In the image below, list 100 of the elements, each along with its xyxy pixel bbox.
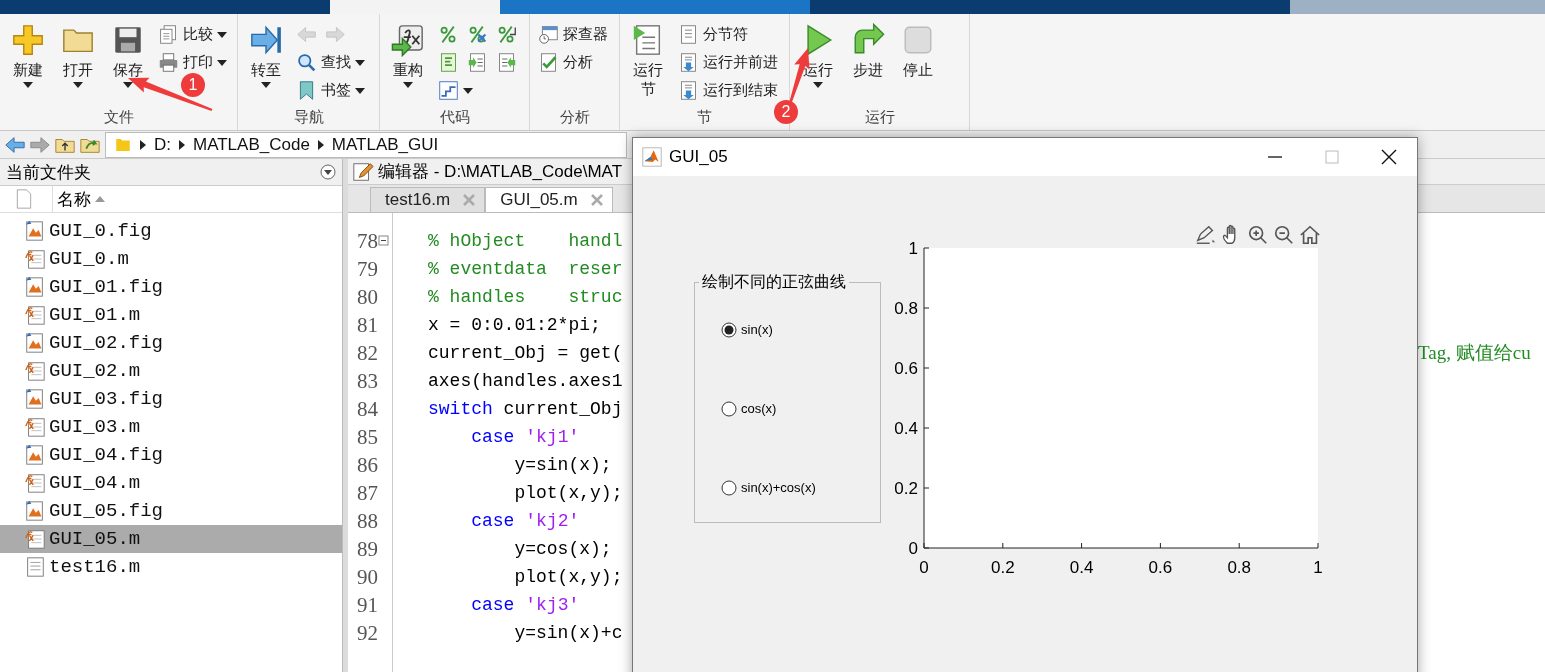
file-item[interactable]: GUI_01.fig: [0, 273, 342, 301]
group-label: 运行: [864, 108, 895, 127]
ribbon-button[interactable]: 新建: [6, 22, 50, 89]
document-lines-icon: [438, 52, 459, 73]
code-line: current_Obj = get(: [428, 343, 624, 363]
code-line: y=sin(x)+c: [513, 623, 624, 643]
code-line: x = 0:0.01:2*pi;: [428, 315, 602, 335]
path-segment[interactable]: MATLAB_GUI: [331, 134, 439, 155]
line-number: 84: [356, 396, 378, 422]
ribbon-button[interactable]: 转至: [244, 22, 288, 89]
tick-label: 0.6: [1148, 558, 1173, 577]
file-item[interactable]: GUI_03.m: [0, 413, 342, 441]
caret-icon: [23, 82, 33, 88]
tick-label: 1: [1313, 558, 1323, 577]
close-icon: [1381, 149, 1397, 165]
ribbon-button[interactable]: 探查器: [536, 22, 610, 47]
figure-file-icon: [24, 332, 46, 354]
caret-icon: [355, 87, 365, 94]
function-file-icon: [24, 528, 46, 550]
tick-label: 0: [908, 539, 918, 558]
file-item[interactable]: test16.m: [0, 553, 342, 581]
group-label: 文件: [103, 108, 134, 127]
code-line: y=sin(x);: [513, 455, 613, 475]
chevron-icon: [179, 139, 185, 150]
file-item[interactable]: GUI_01.m: [0, 301, 342, 329]
sort-icon: [95, 196, 105, 202]
maximize-icon: [1325, 150, 1339, 164]
path-segment[interactable]: MATLAB_Code: [193, 134, 310, 155]
tick-label: 0.4: [894, 419, 918, 438]
code-line: case 'kj3': [470, 595, 581, 615]
caret-icon: [403, 82, 413, 88]
ribbon-button[interactable]: 打印: [156, 50, 229, 75]
percent-cross-icon: [467, 24, 488, 45]
radio-option[interactable]: sin(x)+cos(x): [721, 477, 880, 498]
ribbon-button[interactable]: 运行到结束: [676, 78, 780, 103]
caret-icon: [355, 59, 365, 66]
tick-label: 0: [919, 558, 929, 577]
script-file-icon: [24, 556, 46, 578]
ribbon-button[interactable]: 比较: [156, 22, 229, 47]
brush-icon: [1195, 224, 1217, 246]
file-item[interactable]: GUI_0.fig: [0, 217, 342, 245]
printer-icon: [158, 52, 179, 73]
radio-option[interactable]: sin(x): [721, 319, 880, 340]
code-line: case 'kj2': [470, 511, 581, 531]
ribbon-button[interactable]: 打开: [56, 22, 100, 89]
code-line: % eventdata reser: [428, 259, 624, 279]
file-item[interactable]: GUI_05.m: [0, 525, 342, 553]
line-number: 91: [356, 592, 378, 618]
figure-file-icon: [24, 220, 46, 242]
step-chart-icon: [438, 80, 459, 101]
plus-icon: [11, 23, 45, 57]
line-number: 90: [356, 564, 378, 590]
file-item[interactable]: GUI_0.m: [0, 245, 342, 273]
ribbon-button[interactable]: 运行并前进: [676, 50, 780, 75]
panel-title: 当前文件夹: [6, 161, 91, 184]
editor-tab[interactable]: GUI_05.m: [485, 187, 613, 212]
code-line: switch current_Obj: [428, 399, 624, 419]
code-comment: Tag, 赋值给cu: [1418, 341, 1532, 365]
outdent-icon: [496, 52, 517, 73]
document-lines-icon: [678, 24, 699, 45]
ribbon-button[interactable]: 分节符: [676, 22, 750, 47]
line-number: 78: [356, 228, 378, 254]
line-number: 81: [356, 312, 378, 338]
file-item[interactable]: GUI_02.fig: [0, 329, 342, 357]
function-file-icon: [24, 304, 46, 326]
close-icon: [462, 193, 477, 207]
editor-tab[interactable]: test16.m: [370, 187, 486, 212]
line-number: 83: [356, 368, 378, 394]
document-arrow-icon: [391, 23, 425, 57]
address-bar[interactable]: D: MATLAB_Code MATLAB_GUI: [105, 131, 627, 158]
ribbon-button[interactable]: 运行节: [626, 22, 670, 99]
group-label: 代码: [439, 108, 470, 127]
ribbon-button[interactable]: 分析: [536, 50, 595, 75]
path-segment[interactable]: D:: [154, 134, 171, 155]
line-number: 87: [356, 480, 378, 506]
caret-icon: [123, 82, 133, 88]
figure-file-icon: [24, 276, 46, 298]
column-header[interactable]: 名称: [52, 186, 105, 212]
radio-option[interactable]: cos(x): [721, 398, 880, 419]
ribbon-button[interactable]: 重构: [386, 22, 430, 89]
file-item[interactable]: GUI_02.m: [0, 357, 342, 385]
line-number: 80: [356, 284, 378, 310]
file-item[interactable]: GUI_04.fig: [0, 441, 342, 469]
figure-file-icon: [24, 444, 46, 466]
ribbon-button[interactable]: 停止: [896, 22, 940, 80]
tick-label: 0.2: [894, 479, 918, 498]
icon-button[interactable]: [436, 78, 475, 103]
tick-label: 0.6: [894, 359, 918, 378]
ribbon-button[interactable]: 步进: [846, 22, 890, 80]
code-line: case 'kj1': [470, 427, 581, 447]
panel-title: 绘制不同的正弦曲线: [701, 273, 847, 291]
file-item[interactable]: GUI_05.fig: [0, 497, 342, 525]
file-item[interactable]: GUI_04.m: [0, 469, 342, 497]
code-line: % handles struc: [428, 287, 624, 307]
file-item[interactable]: GUI_03.fig: [0, 385, 342, 413]
ribbon-button[interactable]: 查找: [294, 50, 367, 75]
left-arrow-icon: [296, 24, 317, 45]
ribbon-button[interactable]: 书签: [294, 78, 367, 103]
function-file-icon: [24, 248, 46, 270]
code-line: plot(x,y);: [513, 483, 624, 503]
